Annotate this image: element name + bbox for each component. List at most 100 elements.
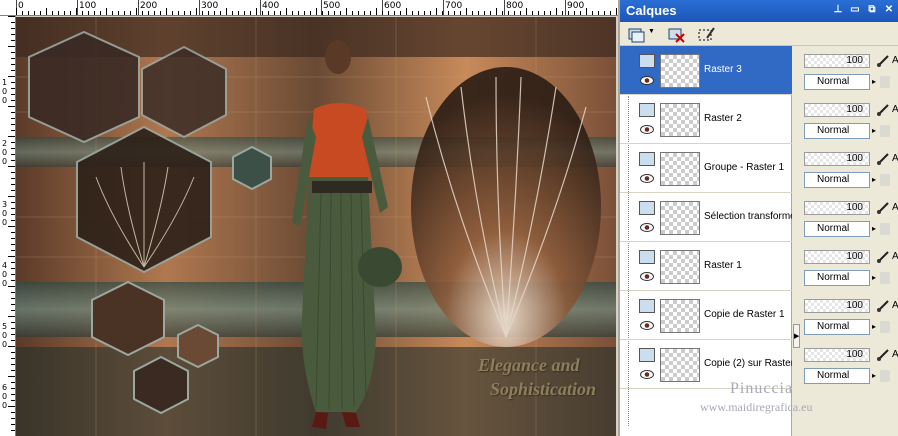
brush-icon[interactable]: [876, 348, 890, 362]
ruler-tick: [106, 8, 107, 15]
ruler-tick: [508, 11, 509, 15]
blend-mode-select[interactable]: Normal: [804, 319, 870, 335]
layer-name: Raster 2: [704, 113, 742, 124]
layer-name: Sélection transformée: [704, 211, 802, 222]
edit-selection-icon: [698, 27, 715, 41]
layer-thumbnail: [660, 201, 700, 235]
ruler-tick: [76, 8, 77, 15]
opacity-field[interactable]: 100: [804, 201, 870, 215]
ruler-label: 400: [262, 1, 280, 11]
layer-row[interactable]: Raster 2: [620, 95, 792, 144]
lock-icon[interactable]: [880, 223, 890, 235]
blend-mode-select[interactable]: Normal: [804, 368, 870, 384]
ruler-tick: [178, 11, 179, 15]
ruler-tick: [382, 11, 383, 15]
layer-name: Copie (2) sur Raster 1: [704, 358, 803, 369]
blend-mode-select[interactable]: Normal: [804, 74, 870, 90]
visibility-eye-icon[interactable]: [640, 370, 654, 379]
visibility-eye-icon[interactable]: [640, 321, 654, 330]
layer-row[interactable]: Sélection transformée: [620, 193, 801, 242]
ruler-tick: [556, 8, 557, 15]
expand-arrow-icon[interactable]: ▶: [793, 324, 800, 348]
lock-icon[interactable]: [880, 370, 890, 382]
pin-icon[interactable]: ⊥: [831, 3, 845, 17]
ruler-tick: [340, 11, 341, 15]
ruler-label: 5 0 0: [2, 322, 8, 349]
brush-icon[interactable]: [876, 54, 890, 68]
ruler-tick: [244, 11, 245, 15]
lock-icon[interactable]: [880, 125, 890, 137]
lock-icon[interactable]: [880, 76, 890, 88]
ruler-tick: [544, 11, 545, 15]
ruler-label: 500: [323, 1, 341, 11]
restore-icon[interactable]: ⧉: [865, 3, 879, 17]
ruler-tick: [8, 376, 15, 377]
ruler-tick: [406, 8, 407, 15]
brush-icon[interactable]: [876, 152, 890, 166]
ruler-tick: [484, 11, 485, 15]
ruler-tick: [364, 11, 365, 15]
ruler-tick: [232, 11, 233, 15]
ruler-tick: [8, 136, 15, 137]
opacity-field[interactable]: 100: [804, 250, 870, 264]
blend-mode-select[interactable]: Normal: [804, 270, 870, 286]
layers-palette: Calques ⊥ ▭ ⧉ ✕ ▼ Raster 3 Raster 2 Groupe…: [618, 0, 898, 436]
layer-type-icon: [639, 299, 655, 313]
layer-row[interactable]: Copie de Raster 1: [620, 291, 792, 340]
ruler-tick: [322, 11, 323, 15]
visibility-eye-icon[interactable]: [640, 223, 654, 232]
minimize-icon[interactable]: ▭: [848, 3, 862, 17]
ruler-tick: [88, 11, 89, 15]
palette-titlebar[interactable]: Calques ⊥ ▭ ⧉ ✕: [620, 0, 898, 22]
close-icon[interactable]: ✕: [882, 3, 896, 17]
opacity-field[interactable]: 100: [804, 299, 870, 313]
blend-mode-select[interactable]: Normal: [804, 221, 870, 237]
ruler-tick: [172, 11, 173, 15]
ruler-tick: [70, 11, 71, 15]
layer-type-icon: [639, 152, 655, 166]
layer-props-row: 100 A Normal ▸: [802, 193, 898, 242]
layer-props-row: 100 A Normal ▸: [802, 144, 898, 193]
ruler-tick: [118, 11, 119, 15]
opacity-field[interactable]: 100: [804, 54, 870, 68]
opacity-field[interactable]: 100: [804, 152, 870, 166]
new-layer-button[interactable]: [626, 25, 646, 43]
layer-name: Raster 3: [704, 64, 742, 75]
ruler-tick: [238, 11, 239, 15]
layer-row[interactable]: Groupe - Raster 1: [620, 144, 792, 193]
image-canvas[interactable]: Elegance and Sophistication: [16, 17, 616, 436]
visibility-eye-icon[interactable]: [640, 76, 654, 85]
blend-mode-select[interactable]: Normal: [804, 172, 870, 188]
brush-icon[interactable]: [876, 103, 890, 117]
ruler-tick: [454, 11, 455, 15]
ruler-tick: [370, 11, 371, 15]
delete-layer-button[interactable]: [666, 25, 686, 43]
ruler-tick: [52, 11, 53, 15]
overflow-text: A: [892, 202, 898, 213]
ruler-tick: [226, 8, 227, 15]
opacity-field[interactable]: 100: [804, 348, 870, 362]
layer-type-icon: [639, 348, 655, 362]
layer-name: Groupe - Raster 1: [704, 162, 785, 173]
layer-type-icon: [639, 54, 655, 68]
layer-row[interactable]: Raster 1: [620, 242, 792, 291]
brush-icon[interactable]: [876, 299, 890, 313]
lock-icon[interactable]: [880, 321, 890, 333]
edit-selection-button[interactable]: [696, 25, 716, 43]
visibility-eye-icon[interactable]: [640, 272, 654, 281]
ruler-tick: [376, 8, 377, 15]
brush-icon[interactable]: [876, 201, 890, 215]
ruler-tick: [358, 11, 359, 15]
lock-icon[interactable]: [880, 272, 890, 284]
layer-name: Copie de Raster 1: [704, 309, 785, 320]
layer-row[interactable]: Raster 3: [620, 46, 792, 95]
chevron-down-icon[interactable]: ▼: [648, 28, 655, 35]
visibility-eye-icon[interactable]: [640, 174, 654, 183]
lock-icon[interactable]: [880, 174, 890, 186]
opacity-field[interactable]: 100: [804, 103, 870, 117]
blend-mode-select[interactable]: Normal: [804, 123, 870, 139]
brush-icon[interactable]: [876, 250, 890, 264]
layer-thumbnail: [660, 250, 700, 284]
palette-splitter[interactable]: ▶: [792, 46, 802, 436]
visibility-eye-icon[interactable]: [640, 125, 654, 134]
